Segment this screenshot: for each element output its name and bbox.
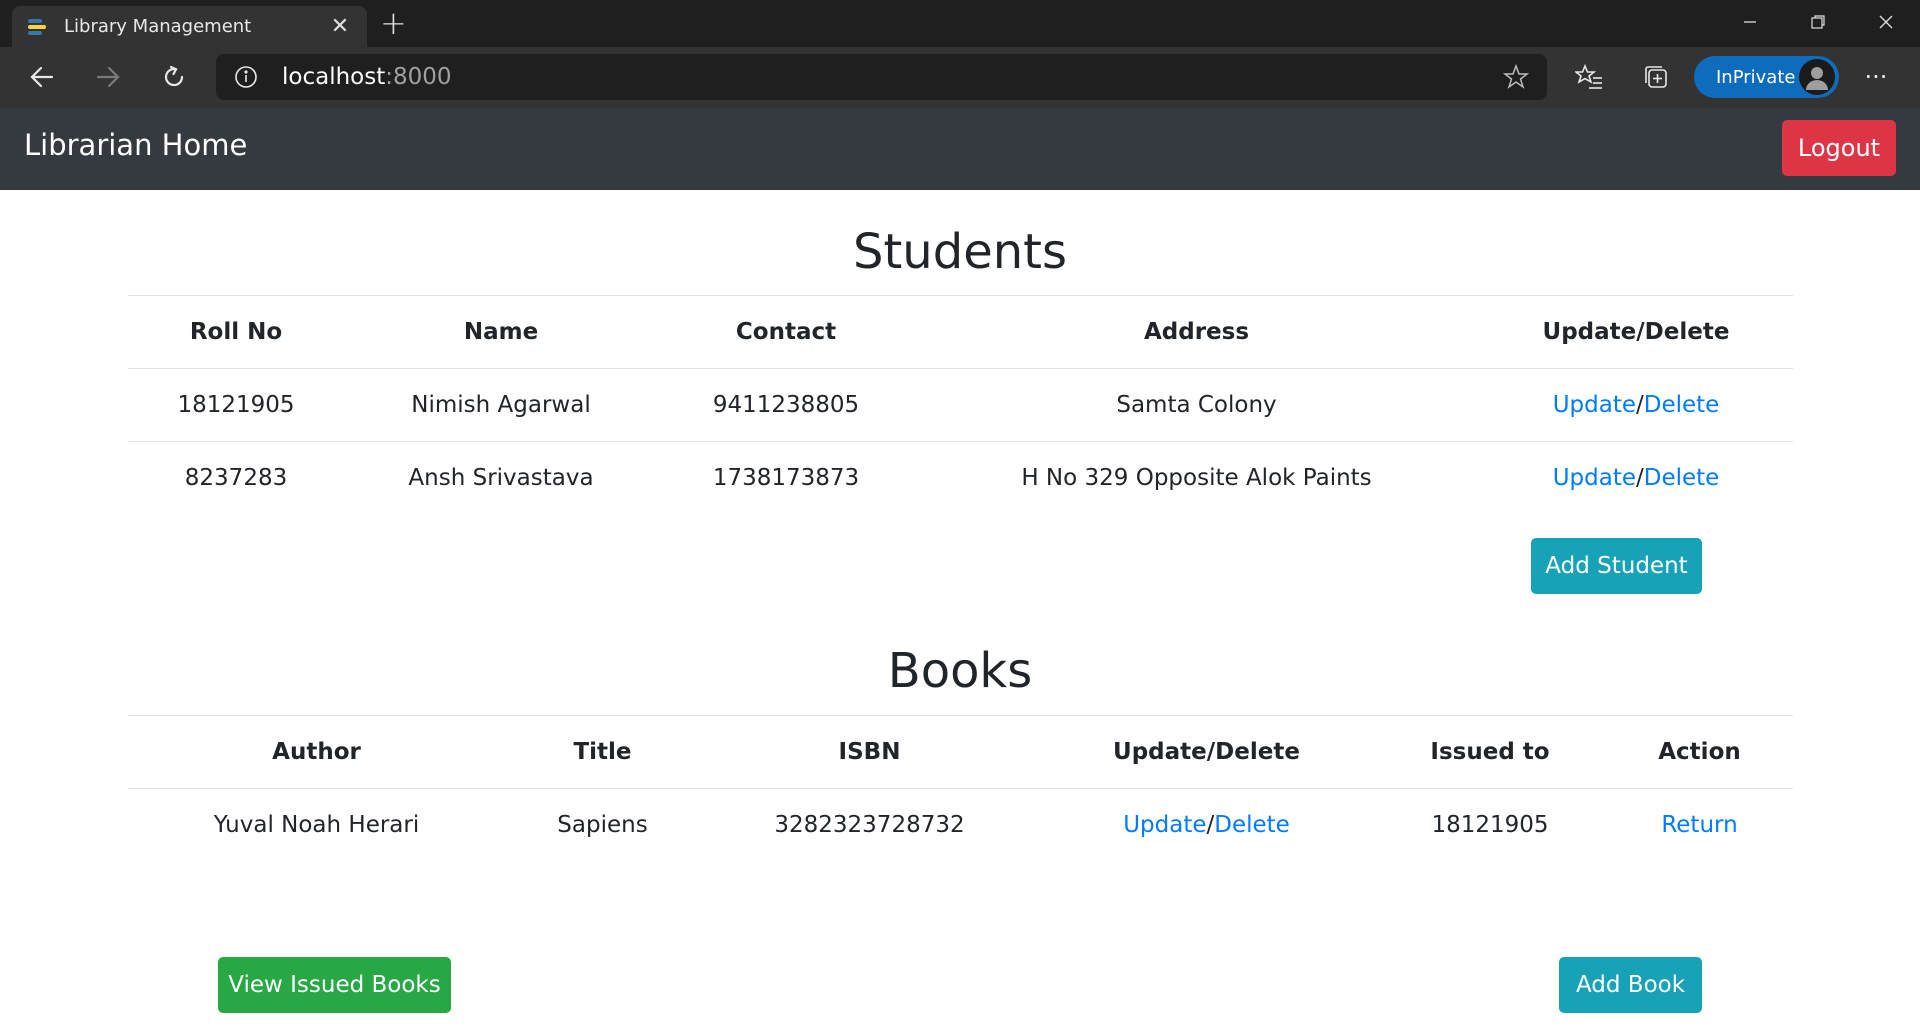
address-bar[interactable]: localhost:8000 bbox=[216, 54, 1547, 100]
name-cell: Nimish Agarwal bbox=[344, 368, 658, 442]
table-row: 8237283 Ansh Srivastava 1738173873 H No … bbox=[128, 442, 1793, 515]
inprivate-button[interactable]: InPrivate bbox=[1694, 56, 1839, 98]
browser-toolbar: localhost:8000 InPrivate ··· bbox=[0, 47, 1920, 108]
profile-avatar-icon bbox=[1799, 59, 1835, 95]
students-heading: Students bbox=[853, 224, 1067, 280]
navbar: Librarian Home Logout bbox=[0, 108, 1920, 190]
add-book-button[interactable]: Add Book bbox=[1559, 957, 1702, 1013]
update-delete-cell: Update/Delete bbox=[1479, 368, 1793, 442]
column-header: Title bbox=[505, 715, 700, 789]
browser-tab-strip: Library Management ✕ + bbox=[0, 0, 1920, 47]
python-favicon-icon bbox=[26, 16, 48, 38]
close-tab-icon[interactable]: ✕ bbox=[327, 14, 353, 39]
roll-no-cell: 8237283 bbox=[184, 465, 288, 491]
favorites-icon[interactable] bbox=[1573, 61, 1605, 93]
address-cell: Samta Colony bbox=[914, 368, 1479, 442]
title-cell: Sapiens bbox=[557, 812, 648, 838]
column-header: Issued to bbox=[1374, 715, 1606, 789]
add-student-button[interactable]: Add Student bbox=[1531, 538, 1702, 594]
books-heading: Books bbox=[887, 643, 1033, 699]
delete-link[interactable]: Delete bbox=[1644, 392, 1720, 418]
inprivate-label: InPrivate bbox=[1716, 66, 1796, 88]
contact-cell: 9411238805 bbox=[658, 368, 914, 442]
separator: / bbox=[1635, 392, 1644, 418]
students-table: Roll No Name Contact Address Update/Dele… bbox=[128, 295, 1793, 514]
logout-button[interactable]: Logout bbox=[1782, 120, 1896, 176]
tab-title: Library Management bbox=[64, 16, 252, 37]
restore-icon[interactable] bbox=[1784, 0, 1852, 44]
column-header: Author bbox=[128, 715, 505, 789]
isbn-cell: 3282323728732 bbox=[774, 812, 965, 838]
column-header: Roll No bbox=[128, 295, 344, 369]
contact-cell: 1738173873 bbox=[712, 465, 860, 491]
address-cell: H No 329 Opposite Alok Paints bbox=[1021, 465, 1372, 491]
update-delete-cell: Update/Delete bbox=[1479, 442, 1793, 515]
separator: / bbox=[1635, 465, 1644, 491]
column-header: Action bbox=[1606, 715, 1793, 789]
table-row: 18121905 Nimish Agarwal 9411238805 Samta… bbox=[128, 368, 1793, 442]
update-delete-cell: Update/Delete bbox=[1039, 789, 1374, 862]
url-text[interactable]: localhost:8000 bbox=[282, 64, 1503, 90]
back-arrow-icon[interactable] bbox=[22, 57, 62, 97]
column-header: Address bbox=[914, 295, 1479, 369]
close-window-icon[interactable] bbox=[1852, 0, 1920, 44]
update-link[interactable]: Update bbox=[1553, 392, 1636, 418]
column-header: Update/Delete bbox=[1039, 715, 1374, 789]
column-header: ISBN bbox=[700, 715, 1039, 789]
column-header: Name bbox=[344, 295, 658, 369]
name-cell: Ansh Srivastava bbox=[408, 465, 594, 491]
issued-to-cell: 18121905 bbox=[1431, 812, 1549, 838]
students-header-row: Roll No Name Contact Address Update/Dele… bbox=[128, 295, 1793, 369]
collections-icon[interactable] bbox=[1640, 61, 1672, 93]
author-cell: Yuval Noah Herari bbox=[213, 812, 420, 838]
url-port: :8000 bbox=[385, 64, 452, 90]
column-header: Contact bbox=[658, 295, 914, 369]
new-tab-button[interactable]: + bbox=[380, 4, 407, 42]
update-link[interactable]: Update bbox=[1123, 812, 1206, 838]
minimize-icon[interactable] bbox=[1716, 0, 1784, 44]
return-link[interactable]: Return bbox=[1661, 812, 1737, 838]
window-controls bbox=[1716, 0, 1920, 47]
books-table: Author Title ISBN Update/Delete Issued t… bbox=[128, 715, 1793, 861]
url-host: localhost bbox=[282, 64, 386, 90]
delete-link[interactable]: Delete bbox=[1214, 812, 1290, 838]
more-options-icon[interactable]: ··· bbox=[1860, 61, 1892, 93]
table-row: Yuval Noah Herari Sapiens 3282323728732 … bbox=[128, 789, 1793, 862]
update-link[interactable]: Update bbox=[1553, 465, 1636, 491]
forward-arrow-icon[interactable] bbox=[88, 57, 128, 97]
delete-link[interactable]: Delete bbox=[1644, 465, 1720, 491]
action-cell: Return bbox=[1606, 789, 1793, 862]
info-icon[interactable] bbox=[234, 65, 258, 89]
column-header: Update/Delete bbox=[1479, 295, 1793, 369]
roll-no-cell: 18121905 bbox=[128, 368, 344, 442]
browser-tab[interactable]: Library Management ✕ bbox=[12, 6, 367, 47]
view-issued-books-button[interactable]: View Issued Books bbox=[218, 957, 451, 1013]
books-header-row: Author Title ISBN Update/Delete Issued t… bbox=[128, 715, 1793, 789]
navbar-brand[interactable]: Librarian Home bbox=[24, 128, 247, 162]
refresh-icon[interactable] bbox=[154, 57, 194, 97]
favorite-star-icon[interactable] bbox=[1502, 63, 1530, 90]
